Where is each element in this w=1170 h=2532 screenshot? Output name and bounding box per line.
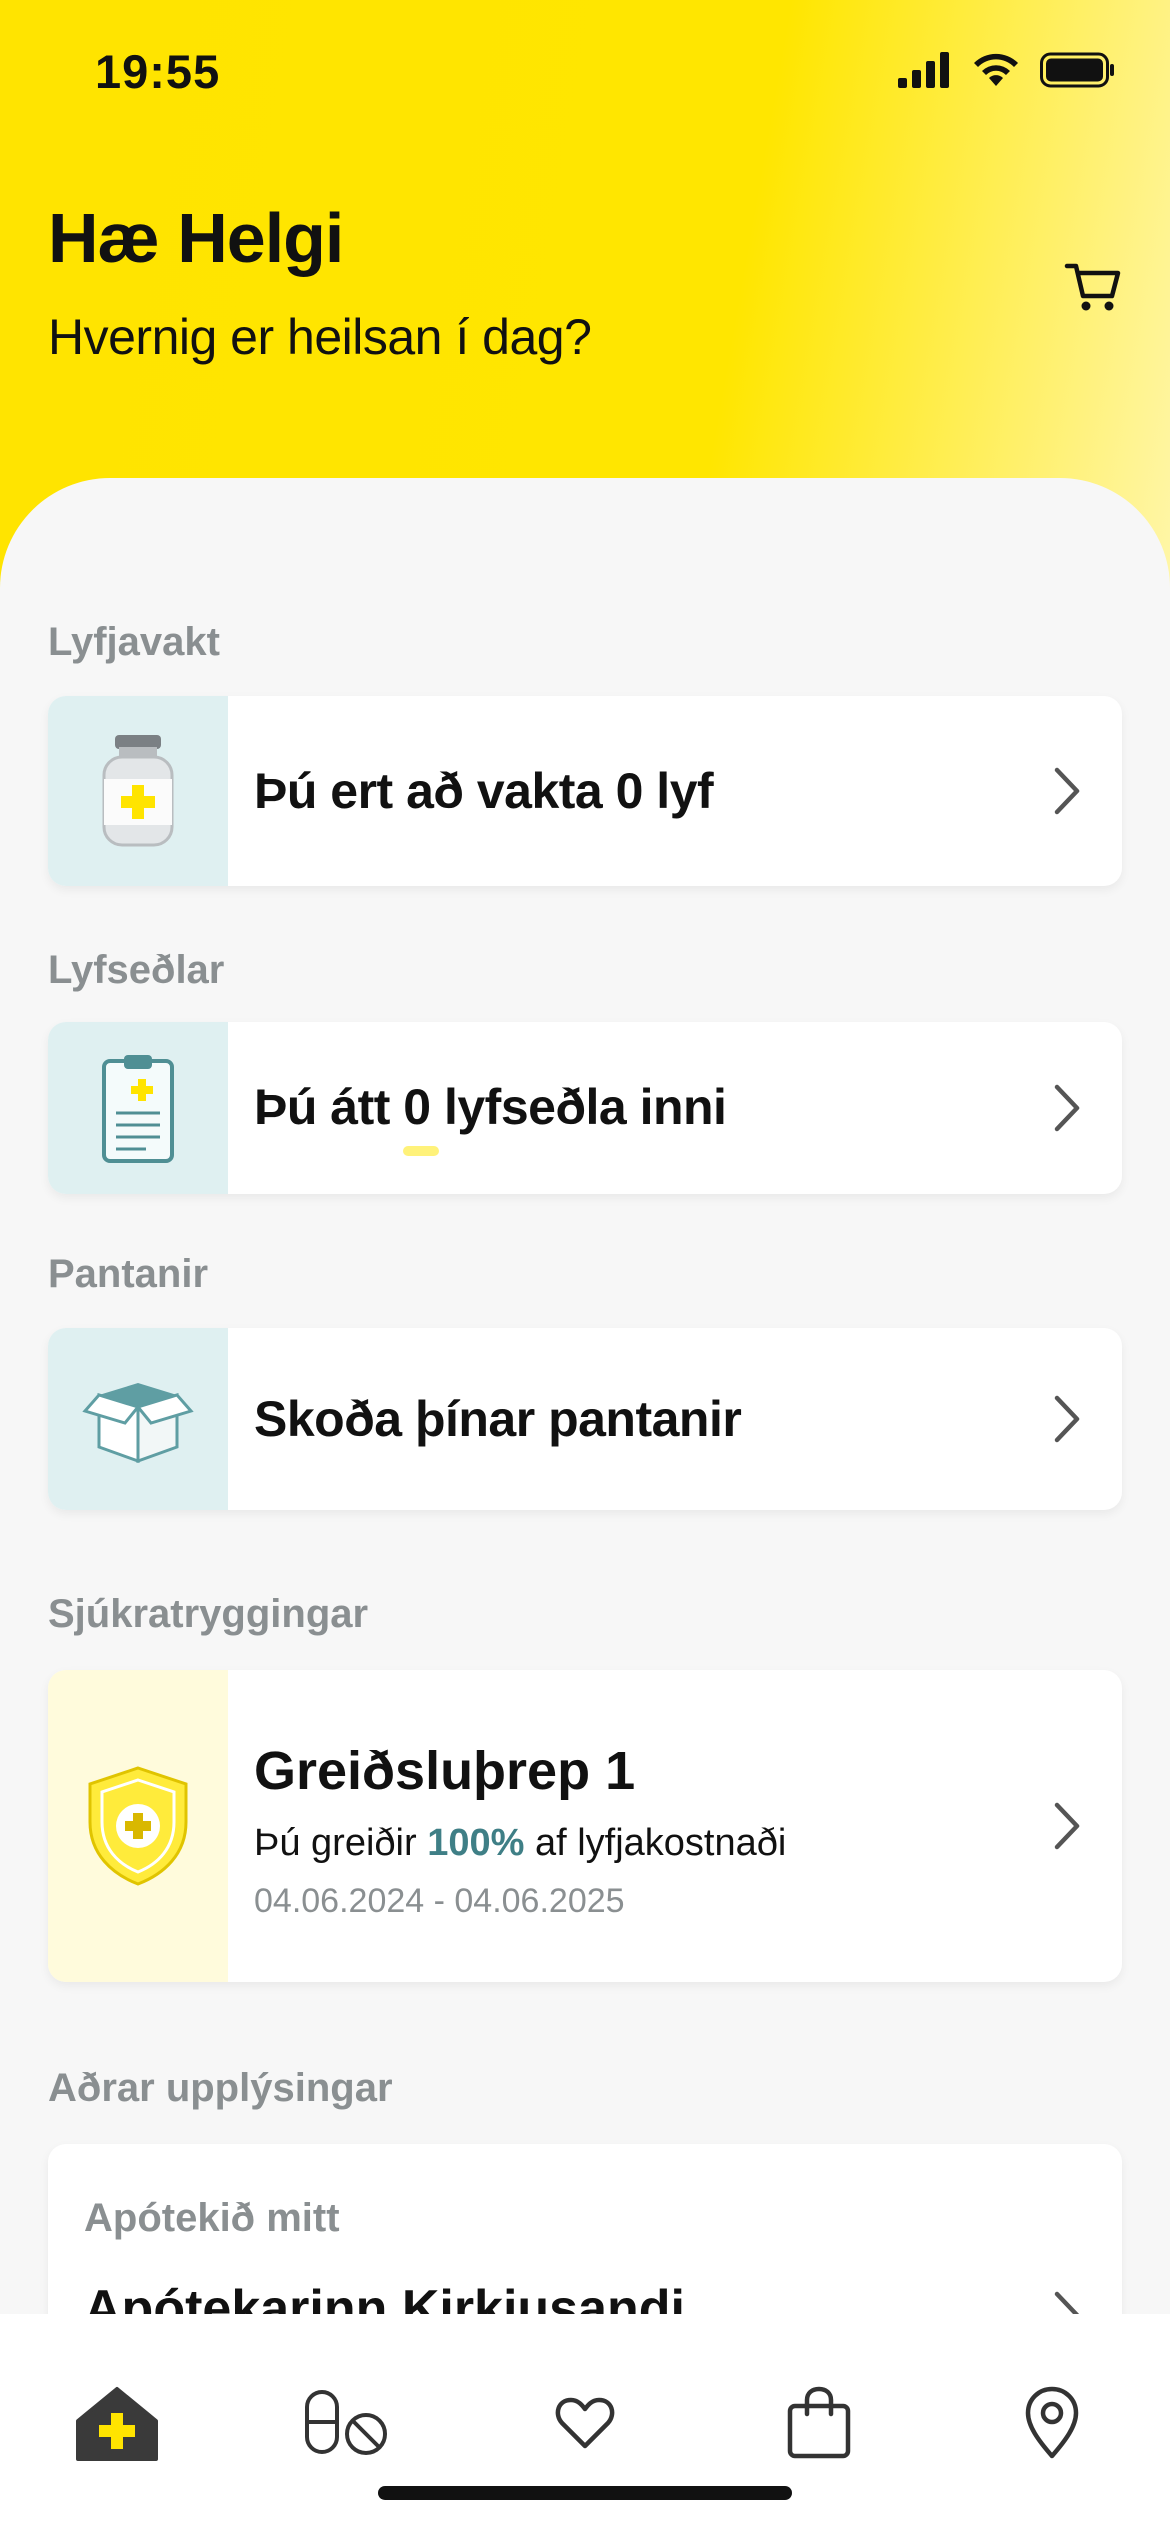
heart-icon: [555, 2397, 615, 2449]
section-label-lyfjavakt: Lyfjavakt: [48, 620, 220, 664]
card-my-pharmacy[interactable]: Apótekið mitt Apótekarinn Kirkjusandi: [48, 2144, 1122, 2318]
map-pin-icon: [1025, 2386, 1079, 2459]
section-label-sjukratryggingar: Sjúkratryggingar: [48, 1592, 369, 1636]
section-label-lyfsedlar: Lyfseðlar: [48, 948, 225, 992]
shield-plus-icon: [88, 1766, 188, 1886]
tab-locations[interactable]: [1009, 2380, 1095, 2466]
card-title: Þú átt 0 lyfseðla inni: [254, 1079, 727, 1135]
tab-shop[interactable]: [776, 2380, 862, 2466]
status-icons: [898, 52, 1116, 88]
subtitle: Hvernig er heilsan í dag?: [48, 309, 592, 365]
card-lyfjavakt[interactable]: Þú ert að vakta 0 lyf: [48, 696, 1122, 886]
content-panel: Lyfjavakt Þú ert að vakta 0 lyf Lyfseðla…: [0, 478, 1170, 2318]
greeting: Hæ Helgi: [48, 199, 344, 277]
battery-icon: [1040, 52, 1114, 88]
card-title: Þú ert að vakta 0 lyf: [254, 763, 714, 819]
card-title: Skoða þínar pantanir: [254, 1391, 742, 1447]
medicine-bottle-icon: [102, 735, 174, 847]
status-time: 19:55: [95, 45, 221, 98]
cart-icon[interactable]: [1064, 258, 1122, 316]
signal-icon: [898, 52, 949, 88]
chevron-right-icon: [1054, 767, 1080, 815]
chevron-right-icon: [1054, 1395, 1080, 1443]
icon-box: [48, 1670, 228, 1982]
section-label-pantanir: Pantanir: [48, 1252, 209, 1296]
payment-suffix: af lyfjakostnaði: [534, 1822, 787, 1864]
prescription-clipboard-icon: [102, 1055, 174, 1163]
my-pharmacy-name: Apótekarinn Kirkjusandi: [84, 2280, 685, 2318]
medication-icon: [305, 2390, 387, 2455]
section-label-adrar: Aðrar upplýsingar: [48, 2066, 393, 2110]
icon-box: [48, 1022, 228, 1194]
shopping-bag-icon: [787, 2386, 851, 2459]
payment-percent: 100%: [427, 1822, 525, 1864]
home-icon: [76, 2387, 158, 2461]
icon-box: [48, 1328, 228, 1510]
my-pharmacy-label: Apótekið mitt: [84, 2196, 340, 2240]
insurance-dates: 04.06.2024 - 04.06.2025: [254, 1882, 625, 1920]
chevron-right-icon: [1054, 1802, 1080, 1850]
icon-box: [48, 696, 228, 886]
insurance-payment-line: Þú greiðir 100% af lyfjakostnaði: [254, 1822, 786, 1865]
insurance-level: Greiðsluþrep 1: [254, 1741, 636, 1801]
wifi-icon: [974, 53, 1018, 86]
home-indicator: [378, 2486, 792, 2500]
open-box-icon: [82, 1383, 194, 1463]
tab-home[interactable]: [74, 2380, 160, 2466]
card-pantanir[interactable]: Skoða þínar pantanir: [48, 1328, 1122, 1510]
tab-favorites[interactable]: [542, 2380, 628, 2466]
card-sjukratryggingar[interactable]: Greiðsluþrep 1 Þú greiðir 100% af lyfjak…: [48, 1670, 1122, 1982]
tab-medication[interactable]: [304, 2380, 390, 2466]
payment-prefix: Þú greiðir: [254, 1822, 417, 1864]
chevron-right-icon: [1054, 1084, 1080, 1132]
card-lyfsedlar[interactable]: Þú átt 0 lyfseðla inni: [48, 1022, 1122, 1194]
underline-highlight: [403, 1146, 439, 1156]
